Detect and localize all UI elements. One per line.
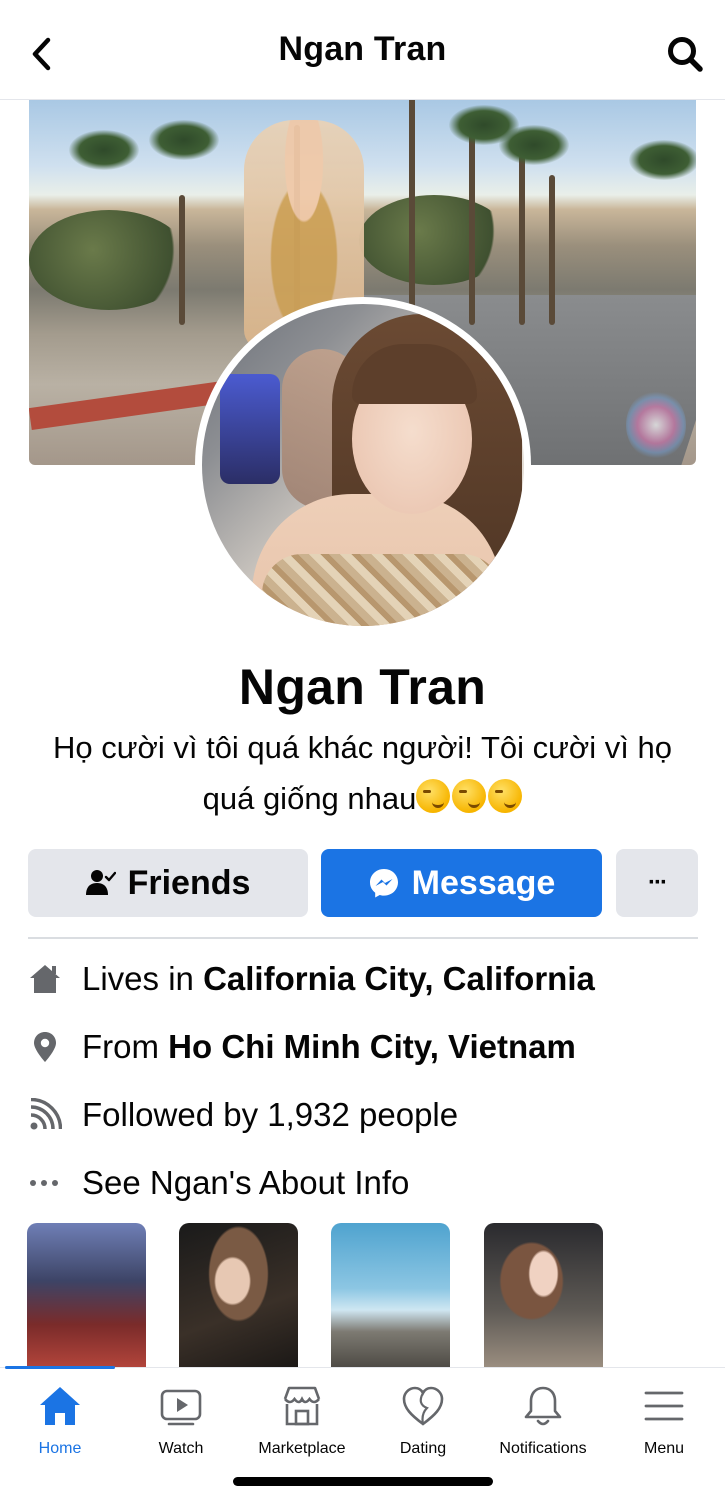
bio-line-2: quá giống nhau (20, 773, 705, 824)
cover-frond (149, 120, 219, 160)
friends-check-icon (85, 870, 116, 895)
search-button[interactable] (663, 32, 707, 76)
lives-in-prefix: Lives in (82, 960, 204, 997)
profile-name: Ngan Tran (238, 659, 487, 715)
watch-icon (157, 1382, 205, 1430)
tab-notifications[interactable]: Notifications (483, 1382, 603, 1472)
cover-bush (359, 195, 509, 285)
tab-watch[interactable]: Watch (121, 1382, 241, 1472)
lives-in-value[interactable]: California City, California (203, 960, 595, 997)
more-options-icon: ··· (648, 869, 668, 896)
avatar-photo (202, 304, 524, 626)
top-app-bar: Ngan Tran (0, 0, 725, 100)
from-text: From Ho Chi Minh City, Vietnam (82, 1028, 576, 1066)
tab-home[interactable]: Home (0, 1382, 120, 1472)
featured-photo-3[interactable] (331, 1223, 450, 1368)
header-title: Ngan Tran (278, 30, 447, 68)
cover-palm (409, 100, 415, 325)
featured-photo-4[interactable] (484, 1223, 603, 1368)
info-from: From Ho Chi Minh City, Vietnam (28, 1022, 708, 1072)
cover-frond (499, 125, 569, 165)
cover-frond (69, 130, 139, 170)
friends-button[interactable]: Friends (28, 849, 308, 917)
dating-icon (399, 1382, 447, 1430)
rss-feed-icon (28, 1098, 62, 1132)
marketplace-icon (278, 1382, 326, 1430)
tab-marketplace[interactable]: Marketplace (242, 1382, 362, 1472)
followers-text: Followed by 1,932 people (82, 1096, 459, 1133)
tab-home-label: Home (38, 1440, 82, 1457)
tab-dating[interactable]: Dating (363, 1382, 483, 1472)
tab-dating-label: Dating (399, 1440, 447, 1457)
profile-avatar[interactable] (195, 297, 531, 633)
home-indicator-bar (233, 1477, 493, 1486)
avatar-phone (220, 374, 280, 484)
message-button[interactable]: Message (321, 849, 602, 917)
info-lives-in: Lives in California City, California (28, 954, 708, 1004)
cover-palm (179, 195, 185, 325)
cover-lens-flare (626, 390, 686, 460)
profile-bio: Họ cười vì tôi quá khác người! Tôi cười … (20, 722, 705, 824)
smirk-emoji-icon (488, 779, 523, 813)
info-followers: Followed by 1,932 people (28, 1090, 708, 1140)
cover-bush (29, 210, 189, 310)
avatar-dress (262, 554, 502, 626)
active-tab-indicator (5, 1366, 115, 1369)
tab-menu[interactable]: Menu (604, 1382, 724, 1472)
menu-icon (640, 1382, 688, 1430)
home-icon (28, 962, 62, 996)
profile-actions: Friends Message ··· (28, 849, 698, 917)
bio-line-1: Họ cười vì tôi quá khác người! Tôi cười … (53, 730, 672, 765)
cover-palm (519, 155, 525, 325)
cover-frond (629, 140, 696, 180)
tab-notifications-label: Notifications (499, 1440, 587, 1457)
tab-marketplace-label: Marketplace (258, 1440, 346, 1457)
from-prefix: From (82, 1028, 169, 1065)
featured-photo-2[interactable] (179, 1223, 298, 1368)
smirk-emoji-icon (416, 779, 451, 813)
message-button-label: Message (411, 863, 556, 902)
section-divider (28, 937, 698, 939)
bell-icon (519, 1382, 567, 1430)
search-icon (668, 37, 703, 72)
tab-watch-label: Watch (158, 1440, 204, 1457)
home-icon (36, 1382, 84, 1430)
friends-button-label: Friends (127, 863, 251, 902)
messenger-icon (369, 869, 398, 898)
smirk-emoji-icon (452, 779, 487, 813)
bio-line-2-text: quá giống nhau (202, 781, 417, 816)
see-about-info-link[interactable]: See Ngan's About Info (28, 1158, 708, 1208)
location-pin-icon (28, 1030, 62, 1064)
more-dots-icon (28, 1166, 62, 1200)
cover-palm (549, 175, 555, 325)
featured-photo-1[interactable] (27, 1223, 146, 1368)
lives-in-text: Lives in California City, California (82, 960, 595, 998)
from-value[interactable]: Ho Chi Minh City, Vietnam (168, 1028, 576, 1065)
smirk-emoji-group (416, 779, 523, 813)
cover-palm (469, 125, 475, 325)
tab-menu-label: Menu (643, 1440, 685, 1457)
see-about-info-text: See Ngan's About Info (82, 1164, 410, 1201)
more-options-button[interactable]: ··· (616, 849, 698, 917)
